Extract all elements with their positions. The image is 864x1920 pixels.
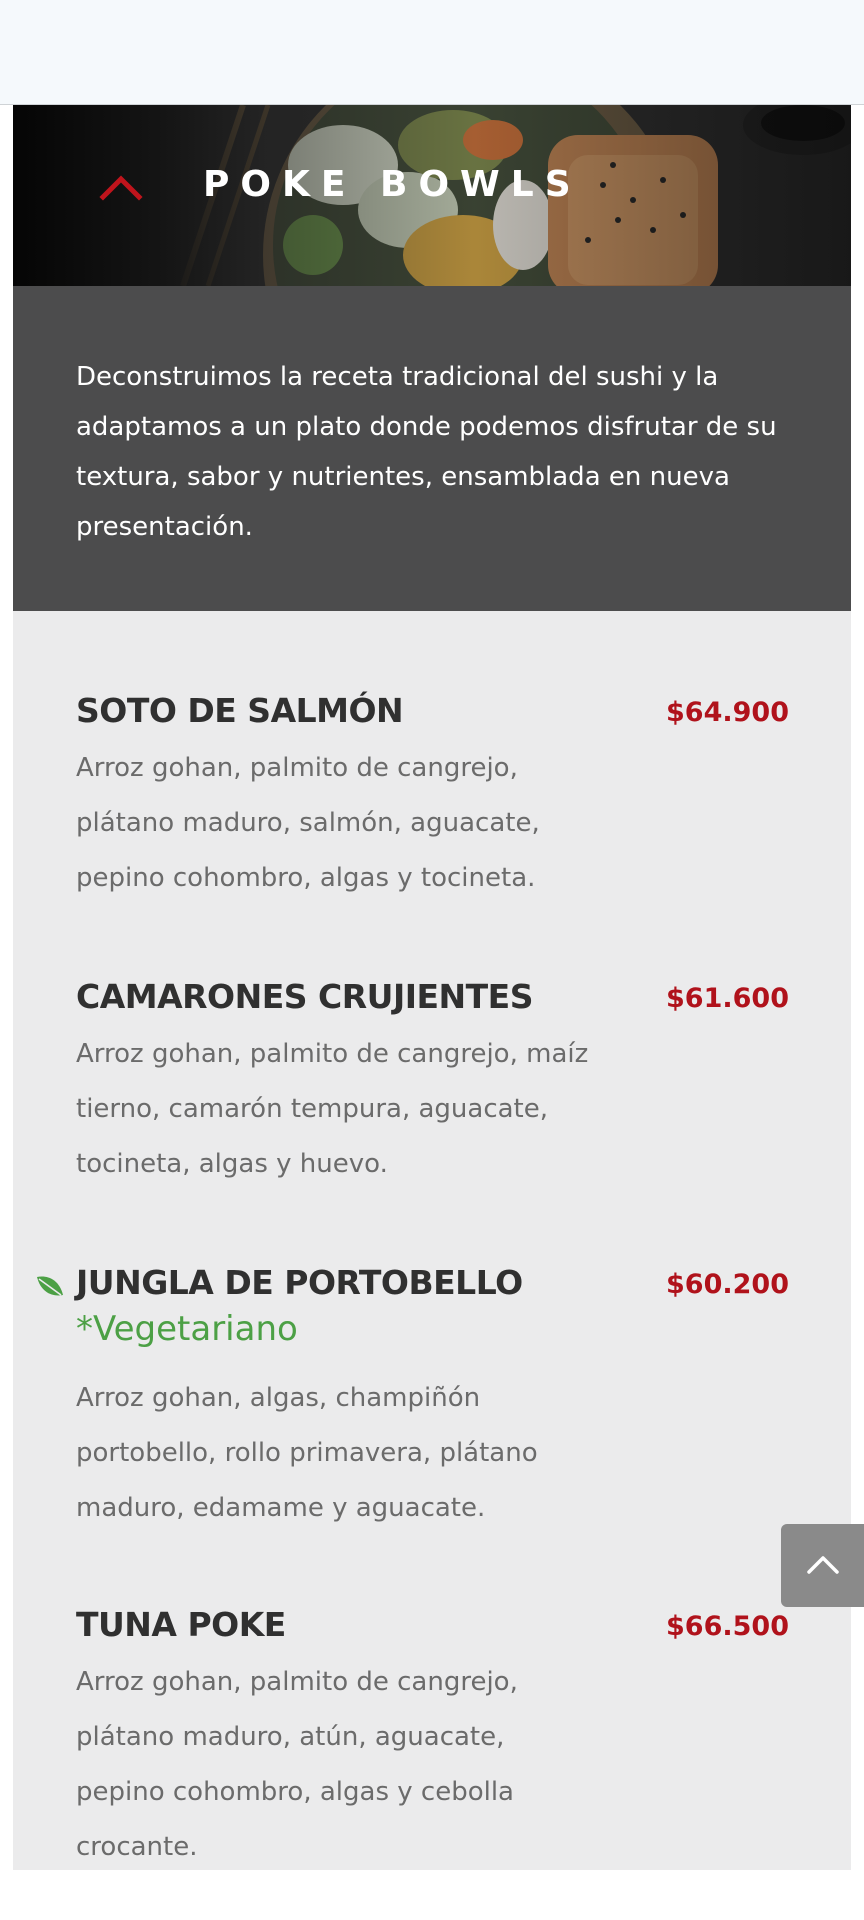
section-title: POKE BOWLS <box>203 164 582 205</box>
menu-item-price: $64.900 <box>666 697 789 728</box>
menu-item-description: Arroz gohan, palmito de cangrejo, plátan… <box>76 1667 518 1862</box>
chevron-up-icon[interactable] <box>99 173 143 201</box>
chevron-up-icon <box>807 1556 839 1574</box>
menu-item-name: SOTO DE SALMÓN <box>76 691 404 730</box>
poke-bowls-section: POKE BOWLS Deconstruimos la receta tradi… <box>13 105 851 1870</box>
menu-item-description: Arroz gohan, palmito de cangrejo, plátan… <box>76 753 540 893</box>
menu-item: SOTO DE SALMÓN $64.900 Arroz gohan, palm… <box>13 689 851 929</box>
top-header-bar <box>0 0 864 105</box>
leaf-icon <box>37 1276 63 1296</box>
vegetarian-tag: *Vegetariano <box>76 1309 298 1349</box>
menu-item-name: JUNGLA DE PORTOBELLO <box>76 1263 523 1302</box>
menu-item-name: CAMARONES CRUJIENTES <box>76 977 533 1016</box>
menu-item: CAMARONES CRUJIENTES $61.600 Arroz gohan… <box>13 975 851 1215</box>
menu-item: TUNA POKE $66.500 Arroz gohan, palmito d… <box>13 1603 851 1870</box>
menu-item-description: Arroz gohan, algas, champiñón portobello… <box>76 1383 538 1523</box>
menu-item-description: Arroz gohan, palmito de cangrejo, maíz t… <box>76 1039 589 1179</box>
menu-item-price: $60.200 <box>666 1269 789 1300</box>
section-intro: Deconstruimos la receta tradicional del … <box>13 286 851 611</box>
menu-item-price: $61.600 <box>666 983 789 1014</box>
scroll-to-top-button[interactable] <box>781 1524 864 1607</box>
section-header[interactable]: POKE BOWLS <box>13 105 851 286</box>
section-description: Deconstruimos la receta tradicional del … <box>76 362 777 542</box>
menu-item-price: $66.500 <box>666 1611 789 1642</box>
menu-item-name: TUNA POKE <box>76 1605 286 1644</box>
menu-item: JUNGLA DE PORTOBELLO *Vegetariano $60.20… <box>13 1261 851 1541</box>
